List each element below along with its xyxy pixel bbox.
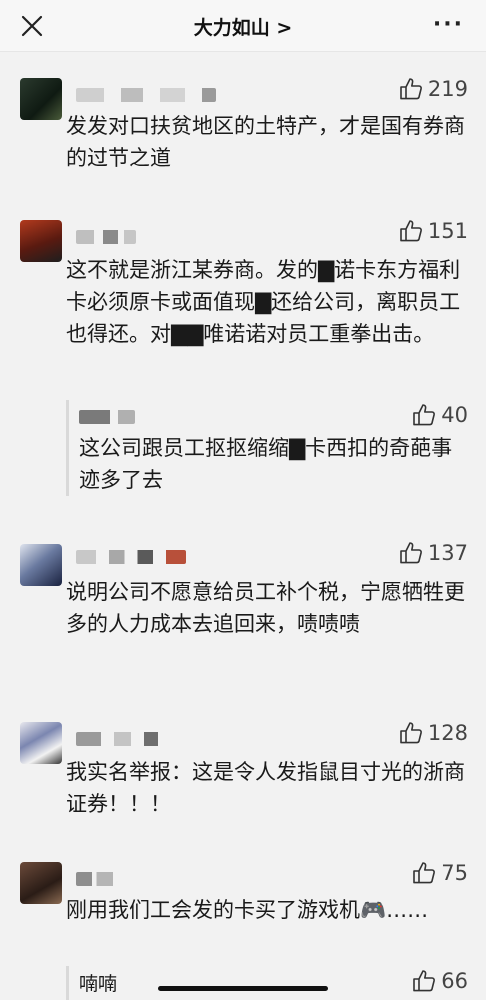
- reply-text: 喃喃: [79, 973, 118, 995]
- nickname-blurred[interactable]: [76, 88, 216, 102]
- reply-item: 喃喃 66: [66, 966, 468, 1000]
- like-count: 128: [427, 721, 468, 745]
- nickname-blurred[interactable]: [76, 872, 122, 886]
- thumbs-up-icon: [400, 78, 422, 100]
- comment-text: 发发对口扶贫地区的土特产，才是国有券商的过节之道: [66, 114, 465, 170]
- like-button[interactable]: 66: [411, 968, 468, 994]
- comment-text: 刚用我们工会发的卡买了游戏机🎮……: [66, 898, 429, 922]
- like-button[interactable]: 137: [398, 540, 468, 566]
- comment-text: 我实名举报：这是令人发指鼠目寸光的浙商证券！！！: [66, 760, 465, 816]
- avatar[interactable]: [20, 78, 62, 120]
- home-indicator[interactable]: [158, 986, 328, 991]
- comment-text: 说明公司不愿意给员工补个税，宁愿牺牲更多的人力成本去追回来，啧啧啧: [66, 580, 465, 636]
- nickname-blurred[interactable]: [79, 410, 135, 424]
- avatar[interactable]: [20, 722, 62, 764]
- like-button[interactable]: 151: [398, 218, 468, 244]
- reply-item: 40 这公司跟员工抠抠缩缩▇卡西扣的奇葩事迹多了去: [66, 400, 468, 496]
- thumbs-up-icon: [413, 404, 436, 426]
- nickname-blurred[interactable]: [76, 732, 176, 746]
- thumbs-up-icon: [400, 220, 422, 242]
- thumbs-up-icon: [413, 862, 436, 884]
- thumbs-up-icon: [400, 542, 422, 564]
- thumbs-up-icon: [400, 722, 422, 744]
- comment-text: 这不就是浙江某券商。发的▇诺卡东方福利卡必须原卡或面值现▇还给公司，离职员工也得…: [66, 258, 461, 346]
- top-bar: 大力如山 > ···: [0, 0, 486, 52]
- like-button[interactable]: 75: [411, 860, 468, 886]
- like-count: 151: [427, 219, 468, 243]
- avatar[interactable]: [20, 544, 62, 586]
- like-button[interactable]: 40: [411, 402, 468, 428]
- like-count: 66: [441, 969, 468, 993]
- avatar[interactable]: [20, 220, 62, 262]
- like-count: 40: [441, 403, 468, 427]
- reply-text: 这公司跟员工抠抠缩缩▇卡西扣的奇葩事迹多了去: [79, 436, 453, 492]
- like-count: 219: [427, 77, 468, 101]
- avatar[interactable]: [20, 862, 62, 904]
- like-count: 137: [427, 541, 468, 565]
- more-button[interactable]: ···: [433, 12, 464, 37]
- thumbs-up-icon: [413, 970, 436, 992]
- like-button[interactable]: 219: [398, 76, 468, 102]
- like-button[interactable]: 128: [398, 720, 468, 746]
- page-title[interactable]: 大力如山 >: [0, 13, 486, 40]
- like-count: 75: [441, 861, 468, 885]
- nickname-blurred[interactable]: [76, 550, 186, 564]
- nickname-blurred[interactable]: [76, 230, 136, 244]
